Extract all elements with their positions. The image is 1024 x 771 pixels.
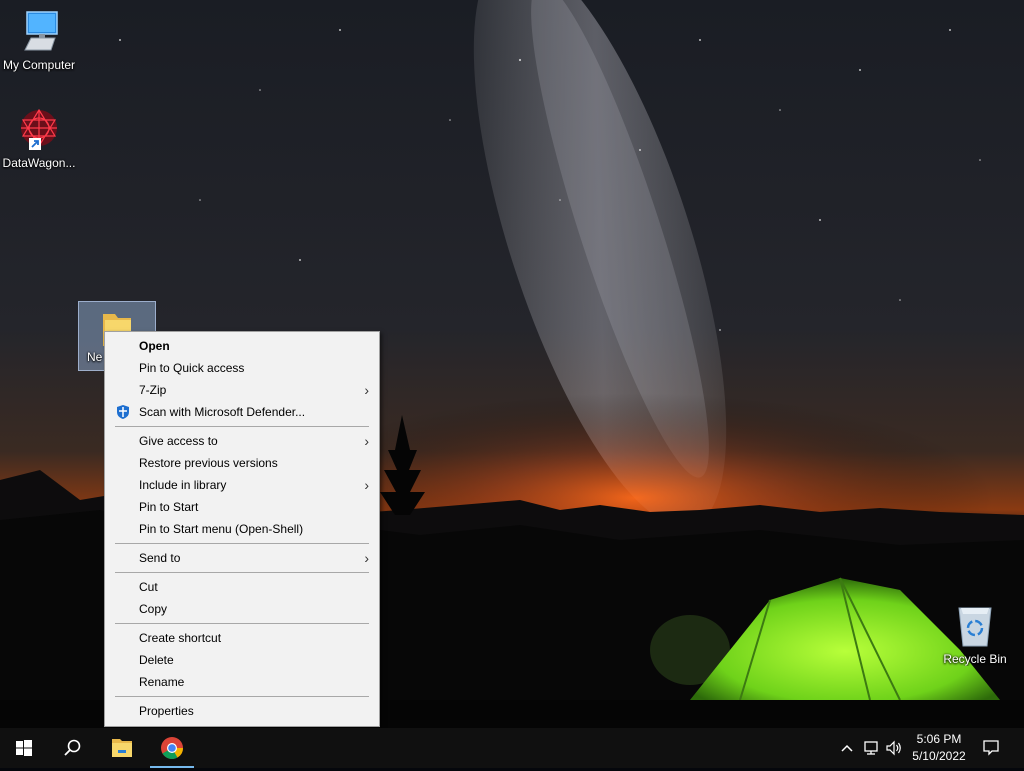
chevron-right-icon: › — [364, 433, 369, 449]
monitor-icon — [15, 8, 63, 56]
chevron-right-icon: › — [364, 382, 369, 398]
menu-item-label: Include in library — [139, 478, 227, 492]
menu-item-label: Properties — [139, 704, 194, 718]
menu-item-label: Send to — [139, 551, 181, 565]
my-computer-icon[interactable]: My Computer — [0, 8, 78, 72]
menu-item-label: Restore previous versions — [139, 456, 278, 470]
menu-separator — [115, 543, 369, 544]
menu-item-label: Delete — [139, 653, 174, 667]
menu-item-rename[interactable]: Rename — [105, 671, 379, 693]
menu-item-pin-start-menu[interactable]: Pin to Start menu (Open-Shell) — [105, 518, 379, 540]
menu-item-label: Pin to Quick access — [139, 361, 245, 375]
menu-separator — [115, 623, 369, 624]
notification-icon[interactable] — [981, 738, 1001, 758]
menu-item-label: Rename — [139, 675, 185, 689]
network-icon[interactable] — [861, 738, 881, 758]
start-button[interactable] — [0, 728, 48, 768]
menu-item-properties[interactable]: Properties — [105, 700, 379, 722]
chevron-right-icon: › — [364, 477, 369, 493]
menu-item-7zip[interactable]: 7-Zip › — [105, 379, 379, 401]
menu-item-label: Create shortcut — [139, 631, 222, 645]
datawagon-logo-icon — [15, 106, 63, 154]
menu-item-open[interactable]: Open — [105, 335, 379, 357]
menu-item-label: Pin to Start — [139, 500, 199, 514]
menu-item-label: Scan with Microsoft Defender... — [139, 405, 306, 419]
menu-item-delete[interactable]: Delete — [105, 649, 379, 671]
taskbar: 5:06 PM 5/10/2022 — [0, 728, 1024, 768]
menu-item-pin-quick-access[interactable]: Pin to Quick access — [105, 357, 379, 379]
menu-item-label: 7-Zip — [139, 383, 167, 397]
file-explorer-button[interactable] — [98, 728, 146, 768]
menu-item-create-shortcut[interactable]: Create shortcut — [105, 627, 379, 649]
menu-item-label: Cut — [139, 580, 158, 594]
menu-item-label: Open — [139, 339, 170, 353]
menu-item-copy[interactable]: Copy — [105, 598, 379, 620]
windows-logo-icon — [16, 740, 32, 756]
context-menu: Open Pin to Quick access 7-Zip › Scan wi… — [104, 331, 380, 727]
search-button[interactable] — [48, 728, 96, 768]
menu-item-label: Give access to — [139, 434, 218, 448]
menu-item-send-to[interactable]: Send to › — [105, 547, 379, 569]
taskbar-clock[interactable]: 5:06 PM 5/10/2022 — [906, 731, 972, 765]
menu-separator — [115, 572, 369, 573]
menu-separator — [115, 426, 369, 427]
chevron-right-icon: › — [364, 550, 369, 566]
defender-shield-icon — [115, 404, 131, 420]
search-icon — [64, 739, 81, 756]
menu-item-include-library[interactable]: Include in library › — [105, 474, 379, 496]
recycle-bin-label: Recycle Bin — [943, 652, 1007, 666]
chrome-icon — [161, 737, 183, 759]
chrome-button[interactable] — [148, 728, 196, 768]
my-computer-label: My Computer — [2, 58, 76, 72]
datawagon-label: DataWagon... — [2, 156, 76, 170]
menu-item-give-access[interactable]: Give access to › — [105, 430, 379, 452]
menu-item-cut[interactable]: Cut — [105, 576, 379, 598]
recycle-bin-glyph-icon — [951, 602, 999, 650]
clock-date: 5/10/2022 — [912, 749, 966, 763]
volume-icon[interactable] — [884, 738, 904, 758]
menu-item-label: Pin to Start menu (Open-Shell) — [139, 522, 304, 536]
menu-item-pin-start[interactable]: Pin to Start — [105, 496, 379, 518]
recycle-bin-icon[interactable]: Recycle Bin — [936, 602, 1014, 666]
datawagon-shortcut-icon[interactable]: DataWagon... — [0, 106, 78, 170]
menu-item-label: Copy — [139, 602, 168, 616]
menu-item-scan-defender[interactable]: Scan with Microsoft Defender... — [105, 401, 379, 423]
file-explorer-icon — [112, 739, 132, 757]
menu-item-restore-versions[interactable]: Restore previous versions — [105, 452, 379, 474]
menu-separator — [115, 696, 369, 697]
chevron-up-icon[interactable] — [837, 738, 857, 758]
clock-time: 5:06 PM — [916, 732, 962, 746]
